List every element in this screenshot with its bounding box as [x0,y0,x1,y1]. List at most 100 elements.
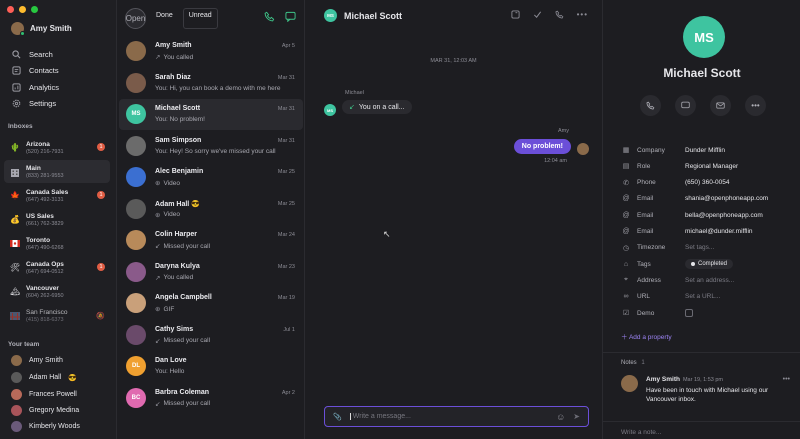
inbox-main[interactable]: Main (833) 281-9553 [4,160,110,183]
message-button[interactable] [675,95,696,116]
conversation-item[interactable]: BC Barbra Coleman Apr 2 ↙ Missed your cal… [119,383,303,414]
team-member[interactable]: Frances Powell [11,389,77,400]
property-row[interactable]: ▦ Company Dunder Mifflin [621,142,791,158]
team-member-name: Gregory Medina [29,407,80,414]
tab-unread[interactable]: Unread [182,8,218,29]
close-window-button[interactable] [7,6,14,13]
inbox-name: Canada Sales [26,188,69,196]
team-member[interactable]: Amy Smith [11,355,63,366]
conversation-item[interactable]: Angela Campbell Mar 19 ⊕ GIF [119,288,303,319]
property-value[interactable]: Set an address... [685,277,734,284]
avatar [126,167,146,187]
conversation-item[interactable]: Daryna Kulya Mar 23 ↗ You called [119,257,303,288]
composer-input[interactable]: Write a message... [349,413,548,420]
inbox-canada-ops[interactable]: 🛠 Canada Ops (647) 694-0512 1 [4,256,110,279]
zoom-window-button[interactable] [31,6,38,13]
property-row[interactable]: @ Email shania@openphoneapp.com [621,191,791,207]
conversation-name: Sam Simpson [155,136,202,144]
property-row[interactable]: ☑ Demo [621,305,791,321]
nav-label: Contacts [29,66,59,76]
conversation-item[interactable]: Sam Simpson Mar 31 You: Hey! So sorry we… [119,131,303,162]
mark-done-icon[interactable] [533,10,542,21]
property-row[interactable]: ∞ URL Set a URL... [621,289,791,305]
property-row[interactable]: ⌖ Address Set an address... [621,272,791,288]
tab-open[interactable]: Open [125,8,146,29]
sender-label: Amy [558,128,569,134]
property-value[interactable]: Set a URL... [685,293,720,300]
inbox-toronto[interactable]: Toronto (647) 490-6268 [4,232,110,255]
property-value[interactable]: Set tags... [685,244,714,251]
analytics-icon [11,82,21,92]
property-value[interactable]: shania@openphoneapp.com [685,195,768,202]
call-button[interactable] [640,95,661,116]
inbox-name: Toronto [26,236,51,244]
contact-name: Michael Scott [663,66,741,80]
team-member[interactable]: Gregory Medina [11,405,79,416]
tag-icon: ⌂ [623,260,629,268]
property-value[interactable]: Regional Manager [685,163,738,170]
property-label: Tags [637,260,651,268]
inbox-san-francisco[interactable]: San Francisco (415) 818-6373 🔕 [4,304,110,327]
more-button[interactable]: ••• [745,95,766,116]
conversation-preview: You: Hello [155,368,295,375]
conversation-item[interactable]: DL Dan Love You: Hello [119,351,303,382]
property-value[interactable]: (650) 360-0054 [685,179,729,186]
property-row[interactable]: ▤ Role Regional Manager [621,158,791,174]
missed-call-icon: ↙ [155,243,161,250]
tab-done[interactable]: Done [150,8,179,29]
nav-analytics[interactable]: Analytics [11,79,111,96]
nav-settings[interactable]: Settings [11,96,111,113]
snooze-icon[interactable] [511,10,520,21]
send-icon[interactable]: ➤ [573,412,580,421]
property-row[interactable]: ⌂ Tags Completed [621,256,791,272]
email-button[interactable] [710,95,731,116]
team-member[interactable]: Adam Hall 😎 [11,372,77,383]
inbox-arizona[interactable]: 🌵 Arizona (520) 216-7931 1 [4,136,110,159]
more-icon[interactable]: ••• [783,376,790,383]
incoming-message[interactable]: ↙ You on a call... [342,100,412,114]
attachment-icon[interactable]: 📎 [333,413,342,421]
current-user[interactable]: Amy Smith [11,22,72,36]
property-row[interactable]: ◷ Timezone Set tags... [621,240,791,256]
minimize-window-button[interactable] [19,6,26,13]
conversation-date: Jul 1 [283,326,295,333]
call-icon[interactable] [555,10,564,21]
conversation-item[interactable]: Alec Benjamin Mar 25 ⊕ Video [119,162,303,193]
new-call-button[interactable] [264,9,275,27]
property-value[interactable]: bella@openphoneapp.com [685,212,763,219]
conversation-item[interactable]: Amy Smith Apr 5 ↗ You called [119,36,303,67]
missed-call-icon: ↙ [155,337,161,345]
conversation-name: Daryna Kulya [155,262,200,270]
nav-search[interactable]: Search [11,46,111,63]
unread-badge: 1 [97,191,105,199]
conversation-item[interactable]: Colin Harper Mar 24 ↙ Missed your call [119,225,303,256]
note-input[interactable]: Write a note... [621,429,661,436]
message-composer[interactable]: 📎 Write a message... ☺ ➤ [324,406,589,427]
conversation-item[interactable]: Adam Hall 😎 Mar 25 ⊕ Video [119,194,303,225]
property-row[interactable]: @ Email bella@openphoneapp.com [621,207,791,223]
property-row[interactable]: ✆ Phone (650) 360-0054 [621,175,791,191]
team-member[interactable]: Kimberly Woods [11,421,80,432]
tag-chip[interactable]: Completed [685,259,734,270]
conversation-item[interactable]: MS Michael Scott Mar 31 You: No problem! [119,99,303,130]
outgoing-message[interactable]: No problem! [513,139,571,154]
demo-checkbox[interactable] [685,309,693,317]
property-row[interactable]: @ Email michael@dunder.mifflin [621,224,791,240]
nav-contacts[interactable]: Contacts [11,63,111,80]
inbox-vancouver[interactable]: 🏔 Vancouver (604) 262-6950 [4,280,110,303]
conversation-preview: ⊕ Video [155,179,295,188]
inbox-phone: (647) 492-3131 [26,196,64,203]
property-value[interactable]: Dunder Mifflin [685,147,725,154]
inbox-us-sales[interactable]: 💰 US Sales (661) 762-3829 [4,208,110,231]
new-message-button[interactable] [285,9,296,27]
avatar [11,421,22,432]
add-property-button[interactable]: ＋ Add a property [621,331,672,341]
preview-text: You: No problem! [155,116,205,123]
nav-label: Search [29,49,53,59]
property-value[interactable]: michael@dunder.mifflin [685,228,753,235]
conversation-item[interactable]: Cathy Sims Jul 1 ↙ Missed your call [119,320,303,351]
emoji-icon[interactable]: ☺ [556,412,565,422]
conversation-item[interactable]: Sarah Diaz Mar 31 You: Hi, you can book … [119,68,303,99]
inbox-canada-sales[interactable]: 🍁 Canada Sales (647) 492-3131 1 [4,184,110,207]
more-icon[interactable]: ••• [577,10,588,21]
